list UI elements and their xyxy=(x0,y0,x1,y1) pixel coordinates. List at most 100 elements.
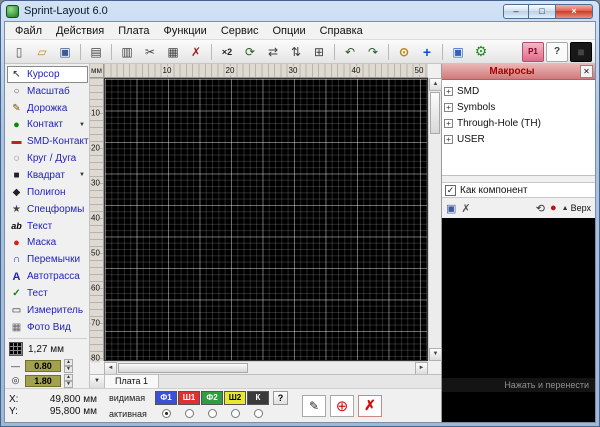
active-layer-radio-c1[interactable] xyxy=(162,409,171,418)
layer-outline-button[interactable]: К xyxy=(247,391,269,405)
menu-board[interactable]: Плата xyxy=(111,23,156,39)
menu-file[interactable]: Файл xyxy=(8,23,49,39)
maximize-button[interactable]: □ xyxy=(529,4,555,19)
cut-button[interactable]: ✂ xyxy=(139,42,161,62)
tree-item-through-hole[interactable]: + Through-Hole (TH) xyxy=(444,115,593,131)
tool-track[interactable]: ✎ Дорожка xyxy=(7,100,88,117)
grid-icon[interactable] xyxy=(9,342,23,356)
tool-cursor[interactable]: ↖ Курсор xyxy=(7,66,88,83)
board-list-button[interactable]: ▼ xyxy=(90,375,105,388)
delete-macro-button[interactable]: ✗ xyxy=(461,202,470,215)
tool-square[interactable]: ■ Квадрат ▼ xyxy=(7,167,88,184)
save-macro-button[interactable]: ▣ xyxy=(446,202,456,215)
tool-mask[interactable]: ● Маска xyxy=(7,234,88,251)
rotate-button[interactable]: ⟳ xyxy=(239,42,261,62)
gear-button[interactable]: ⚙ xyxy=(470,42,492,62)
target-button[interactable]: ⊕ xyxy=(330,395,354,417)
tool-text[interactable]: ab Текст xyxy=(7,218,88,235)
expand-icon[interactable]: + xyxy=(444,135,453,144)
tool-test[interactable]: ✓ Тест xyxy=(7,285,88,302)
layer-c1-button[interactable]: Ф1 xyxy=(155,391,177,405)
close-button[interactable]: × xyxy=(555,4,593,19)
layer-s2-button[interactable]: Ш2 xyxy=(224,391,246,405)
board-canvas[interactable] xyxy=(104,78,428,361)
clear-cross-button[interactable]: ✗ xyxy=(358,395,382,417)
vscroll-thumb[interactable] xyxy=(430,92,440,134)
record-button[interactable]: ● xyxy=(550,202,557,214)
expand-icon[interactable]: + xyxy=(444,119,453,128)
track-width-stepper[interactable]: ▲▼ xyxy=(64,359,73,373)
crosshair-button[interactable]: + xyxy=(416,42,438,62)
zoom-button[interactable]: ⊙ xyxy=(393,42,415,62)
board-tab[interactable]: Плата 1 xyxy=(105,375,159,388)
menu-options[interactable]: Опции xyxy=(266,23,313,39)
menu-service[interactable]: Сервис xyxy=(214,23,266,39)
refresh-button[interactable]: ⟲ xyxy=(536,202,545,215)
expand-icon[interactable]: + xyxy=(444,103,453,112)
tool-photo-view[interactable]: ▦ Фото Вид xyxy=(7,319,88,336)
layer-c2-button[interactable]: Ф2 xyxy=(201,391,223,405)
open-button[interactable]: ▱ xyxy=(31,42,53,62)
photo-view-button[interactable]: ▣ xyxy=(447,42,469,62)
step-down-icon[interactable]: ▼ xyxy=(64,366,73,373)
print-scale-button[interactable]: Р1 xyxy=(522,42,544,62)
minimize-button[interactable]: – xyxy=(503,4,529,19)
dark-view-button[interactable]: ■ xyxy=(570,42,592,62)
horizontal-scrollbar[interactable]: ◄ ► xyxy=(104,361,428,374)
paste-button[interactable]: ▦ xyxy=(162,42,184,62)
undo-button[interactable]: ↶ xyxy=(339,42,361,62)
tool-measure[interactable]: ▭ Измеритель xyxy=(7,302,88,319)
mirror-vertical-button[interactable]: ⇅ xyxy=(285,42,307,62)
selection-pen-button[interactable]: ✎ xyxy=(302,395,326,417)
titlebar[interactable]: Sprint-Layout 6.0 – □ × xyxy=(1,1,599,21)
pad-size-value[interactable]: 1.80 xyxy=(25,375,61,387)
tree-item-user[interactable]: + USER xyxy=(444,131,593,147)
layer-s1-button[interactable]: Ш1 xyxy=(178,391,200,405)
delete-button[interactable]: ✗ xyxy=(185,42,207,62)
new-button[interactable]: ▯ xyxy=(8,42,30,62)
save-button[interactable]: ▣ xyxy=(54,42,76,62)
step-up-icon[interactable]: ▲ xyxy=(64,359,73,366)
tool-zoom[interactable]: ○ Масштаб xyxy=(7,83,88,100)
tool-autoroute[interactable]: A Автотрасса xyxy=(7,268,88,285)
menu-actions[interactable]: Действия xyxy=(49,23,111,39)
macro-preview[interactable]: Нажать и перенести xyxy=(442,218,595,422)
track-width-value[interactable]: 0.80 xyxy=(25,360,61,372)
chevron-down-icon[interactable]: ▼ xyxy=(79,122,85,128)
active-layer-radio-c2[interactable] xyxy=(208,409,217,418)
tool-jumpers[interactable]: ∩ Перемычки xyxy=(7,251,88,268)
board-side-button[interactable]: ▲ Верх xyxy=(562,203,591,213)
layer-help-button[interactable]: ? xyxy=(273,391,288,405)
step-up-icon[interactable]: ▲ xyxy=(64,374,73,381)
active-layer-radio-s1[interactable] xyxy=(185,409,194,418)
tool-special-forms[interactable]: ★ Спецформы xyxy=(7,201,88,218)
active-layer-radio-s2[interactable] xyxy=(231,409,240,418)
tree-item-smd[interactable]: + SMD xyxy=(444,83,593,99)
tree-item-symbols[interactable]: + Symbols xyxy=(444,99,593,115)
step-down-icon[interactable]: ▼ xyxy=(64,381,73,388)
tool-circle-arc[interactable]: ◌ Круг / Дуга xyxy=(7,150,88,167)
chevron-down-icon[interactable]: ▼ xyxy=(79,172,85,178)
menu-functions[interactable]: Функции xyxy=(156,23,213,39)
group-button[interactable]: ⊞ xyxy=(308,42,330,62)
menu-help[interactable]: Справка xyxy=(313,23,370,39)
mirror-horizontal-button[interactable]: ⇄ xyxy=(262,42,284,62)
hscroll-thumb[interactable] xyxy=(118,363,248,373)
tool-smd-pad[interactable]: ▬ SMD-Контакт xyxy=(7,133,88,150)
grid-value[interactable]: 1,27 мм xyxy=(28,344,64,355)
as-component-checkbox[interactable] xyxy=(445,185,456,196)
close-icon[interactable]: ✕ xyxy=(580,65,593,78)
scroll-down-button[interactable]: ▼ xyxy=(429,348,442,361)
scroll-up-button[interactable]: ▲ xyxy=(429,78,442,91)
duplicate-button[interactable]: ×2 xyxy=(216,42,238,62)
layers-help-button[interactable]: ? xyxy=(546,42,568,62)
tool-polygon[interactable]: ◆ Полигон xyxy=(7,184,88,201)
copy-button[interactable]: ▥ xyxy=(116,42,138,62)
pad-size-stepper[interactable]: ▲▼ xyxy=(64,374,73,388)
expand-icon[interactable]: + xyxy=(444,87,453,96)
vertical-scrollbar[interactable]: ▲ ▼ xyxy=(428,78,441,361)
tool-pad[interactable]: ● Контакт ▼ xyxy=(7,117,88,134)
print-button[interactable]: ▤ xyxy=(85,42,107,62)
redo-button[interactable]: ↷ xyxy=(362,42,384,62)
active-layer-radio-outline[interactable] xyxy=(254,409,263,418)
